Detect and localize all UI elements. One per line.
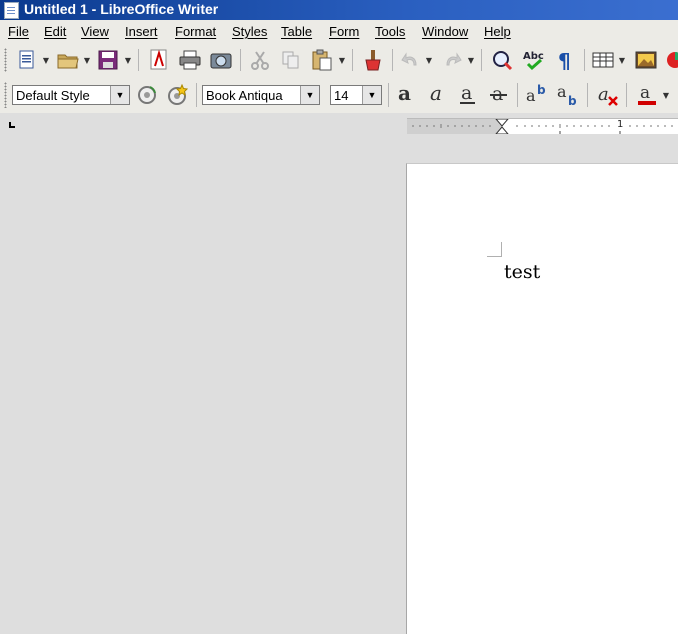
toolbar-separator bbox=[587, 83, 588, 107]
svg-text:¶: ¶ bbox=[558, 49, 571, 71]
clone-formatting-icon[interactable] bbox=[360, 48, 386, 72]
open-dropdown-arrow[interactable]: ▼ bbox=[83, 48, 91, 72]
toolbar-separator bbox=[392, 49, 393, 71]
chevron-down-icon[interactable]: ▼ bbox=[362, 86, 381, 104]
print-icon[interactable] bbox=[177, 48, 203, 72]
font-size-value: 14 bbox=[334, 88, 349, 103]
svg-text:a: a bbox=[461, 83, 472, 104]
menu-bar: File Edit View Insert Format Styles Tabl… bbox=[0, 20, 678, 43]
formatting-toolbar: Default Style ▼ Book Antiqua ▼ 14 ▼ a a … bbox=[0, 77, 678, 113]
copy-icon[interactable] bbox=[278, 48, 304, 72]
strikethrough-icon[interactable]: a bbox=[486, 83, 512, 107]
chevron-down-icon[interactable]: ▼ bbox=[110, 86, 129, 104]
find-replace-icon[interactable] bbox=[489, 48, 515, 72]
toolbar-grip[interactable] bbox=[4, 82, 7, 108]
menu-file[interactable]: File bbox=[8, 24, 29, 39]
undo-dropdown-arrow[interactable]: ▼ bbox=[425, 48, 433, 72]
standard-toolbar: ▼ ▼ ▼ ▼ ▼ ▼ Abc ¶ ▼ bbox=[0, 43, 678, 77]
subscript-icon[interactable]: ab bbox=[555, 83, 581, 107]
insert-table-dropdown-arrow[interactable]: ▼ bbox=[618, 48, 626, 72]
horizontal-ruler[interactable]: 1 bbox=[407, 118, 678, 134]
menu-table[interactable]: Table bbox=[281, 24, 312, 39]
export-pdf-icon[interactable] bbox=[146, 48, 172, 72]
font-name-value: Book Antiqua bbox=[206, 88, 283, 103]
insert-table-icon[interactable] bbox=[590, 48, 616, 72]
svg-text:a: a bbox=[398, 83, 411, 105]
title-bar: Untitled 1 - LibreOffice Writer bbox=[0, 0, 678, 20]
new-dropdown-arrow[interactable]: ▼ bbox=[42, 48, 50, 72]
toolbar-separator bbox=[517, 83, 518, 107]
svg-text:b: b bbox=[537, 83, 546, 97]
font-name-box[interactable]: Book Antiqua ▼ bbox=[202, 85, 320, 105]
font-size-box[interactable]: 14 ▼ bbox=[330, 85, 382, 105]
clear-formatting-icon[interactable]: a bbox=[595, 83, 621, 107]
ruler-ticks bbox=[412, 119, 673, 134]
redo-dropdown-arrow[interactable]: ▼ bbox=[467, 48, 475, 72]
svg-text:b: b bbox=[568, 94, 577, 107]
svg-text:a: a bbox=[526, 86, 536, 105]
menu-window[interactable]: Window bbox=[422, 24, 468, 39]
text-boundary-corner bbox=[487, 242, 502, 257]
formatting-marks-icon[interactable]: ¶ bbox=[552, 48, 578, 72]
svg-text:a: a bbox=[598, 84, 609, 105]
toolbar-grip[interactable] bbox=[4, 48, 7, 72]
writer-app-icon bbox=[4, 2, 19, 19]
spelling-icon[interactable]: Abc bbox=[521, 48, 547, 72]
bold-icon[interactable]: a bbox=[393, 83, 419, 107]
save-icon[interactable] bbox=[95, 48, 121, 72]
paragraph-style-box[interactable]: Default Style ▼ bbox=[12, 85, 130, 105]
menu-format[interactable]: Format bbox=[175, 24, 216, 39]
paste-dropdown-arrow[interactable]: ▼ bbox=[338, 48, 346, 72]
svg-text:a: a bbox=[430, 83, 442, 105]
menu-form[interactable]: Form bbox=[329, 24, 359, 39]
undo-icon[interactable] bbox=[398, 48, 424, 72]
toolbar-separator bbox=[240, 49, 241, 71]
tab-stop-selector-icon[interactable] bbox=[9, 122, 15, 128]
document-page[interactable]: test bbox=[406, 163, 678, 634]
redo-icon[interactable] bbox=[439, 48, 465, 72]
window-title: Untitled 1 - LibreOffice Writer bbox=[24, 1, 219, 17]
paste-icon[interactable] bbox=[309, 48, 335, 72]
ruler-number: 1 bbox=[617, 119, 624, 130]
open-folder-icon[interactable] bbox=[55, 48, 81, 72]
menu-help[interactable]: Help bbox=[484, 24, 511, 39]
font-color-dropdown-arrow[interactable]: ▼ bbox=[662, 83, 670, 107]
ruler-row: 1 bbox=[0, 113, 678, 135]
save-dropdown-arrow[interactable]: ▼ bbox=[124, 48, 132, 72]
document-text[interactable]: test bbox=[504, 261, 540, 283]
insert-image-icon[interactable] bbox=[633, 48, 659, 72]
svg-text:a: a bbox=[557, 83, 567, 101]
toolbar-separator bbox=[626, 83, 627, 107]
print-preview-icon[interactable] bbox=[208, 48, 234, 72]
menu-tools[interactable]: Tools bbox=[375, 24, 405, 39]
menu-styles[interactable]: Styles bbox=[232, 24, 267, 39]
menu-view[interactable]: View bbox=[81, 24, 109, 39]
insert-chart-icon[interactable] bbox=[662, 48, 678, 72]
superscript-icon[interactable]: ab bbox=[524, 83, 550, 107]
font-color-icon[interactable]: a bbox=[634, 83, 660, 107]
toolbar-separator bbox=[352, 49, 353, 71]
update-style-icon[interactable] bbox=[134, 83, 160, 107]
toolbar-separator bbox=[196, 83, 197, 107]
italic-icon[interactable]: a bbox=[424, 83, 450, 107]
menu-insert[interactable]: Insert bbox=[125, 24, 158, 39]
underline-icon[interactable]: a bbox=[455, 83, 481, 107]
paragraph-style-value: Default Style bbox=[16, 88, 90, 103]
new-style-icon[interactable] bbox=[164, 83, 190, 107]
cut-icon[interactable] bbox=[247, 48, 273, 72]
menu-edit[interactable]: Edit bbox=[44, 24, 66, 39]
new-document-icon[interactable] bbox=[14, 48, 40, 72]
toolbar-separator bbox=[388, 83, 389, 107]
toolbar-separator bbox=[481, 49, 482, 71]
chevron-down-icon[interactable]: ▼ bbox=[300, 86, 319, 104]
toolbar-separator bbox=[138, 49, 139, 71]
toolbar-separator bbox=[584, 49, 585, 71]
svg-text:a: a bbox=[640, 83, 650, 103]
